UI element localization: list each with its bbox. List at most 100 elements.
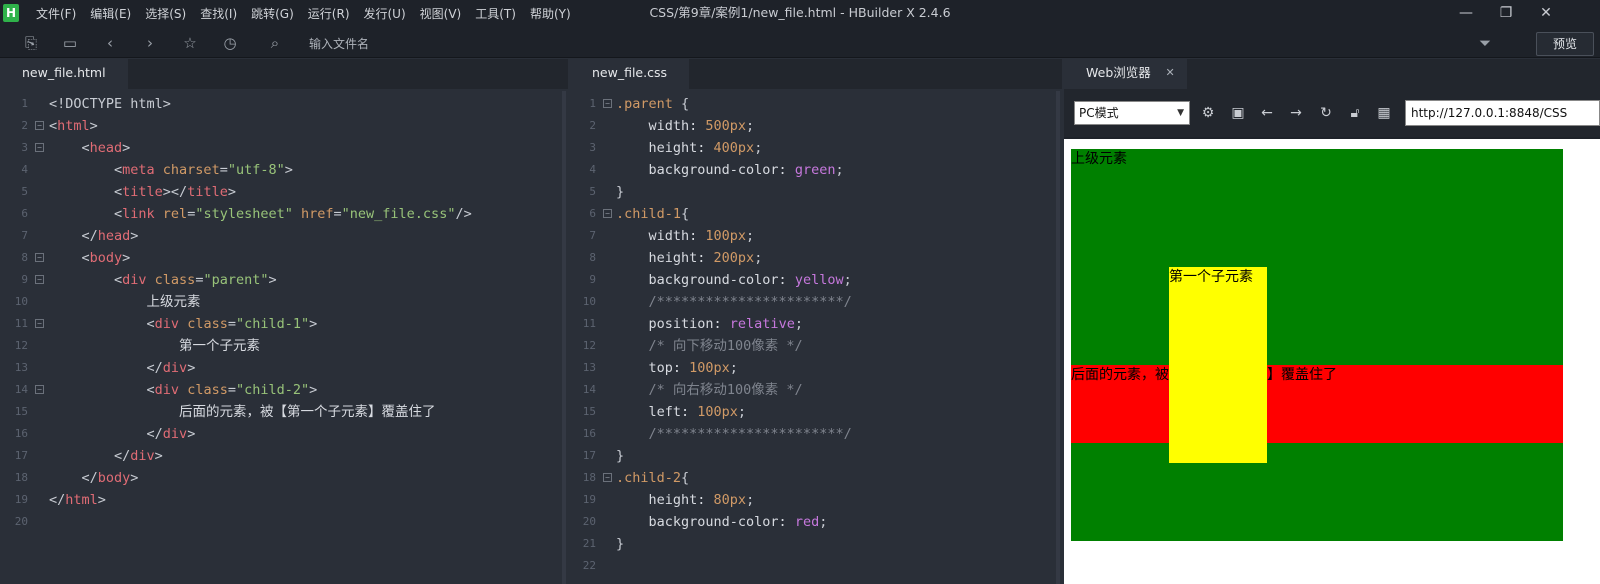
code-line[interactable]: 16 </div> xyxy=(0,423,568,445)
star-icon[interactable]: ☆ xyxy=(181,34,199,52)
minimize-button[interactable]: — xyxy=(1446,0,1486,28)
menu-goto[interactable]: 跳转(G) xyxy=(251,0,294,28)
code-line[interactable]: 7 </head> xyxy=(0,225,568,247)
code-line[interactable]: 1− .parent { xyxy=(570,93,1062,115)
code-line[interactable]: 18 </body> xyxy=(0,467,568,489)
back-icon[interactable]: ‹ xyxy=(101,34,119,52)
refresh-icon[interactable]: ↻ xyxy=(1317,104,1335,122)
code-line[interactable]: 8− <body> xyxy=(0,247,568,269)
code-line[interactable]: 14− <div class="child-2"> xyxy=(0,379,568,401)
code-text: /***********************/ xyxy=(616,426,852,442)
code-line[interactable]: 19 </html> xyxy=(0,489,568,511)
code-line[interactable]: 9− <div class="parent"> xyxy=(0,269,568,291)
forward-icon[interactable]: › xyxy=(141,34,159,52)
fold-toggle-icon[interactable]: − xyxy=(35,385,44,394)
code-line[interactable]: 22 xyxy=(570,555,1062,577)
menu-publish[interactable]: 发行(U) xyxy=(364,0,406,28)
fold-toggle-icon[interactable]: − xyxy=(35,143,44,152)
line-number: 6 xyxy=(21,207,28,220)
code-line[interactable]: 10 /***********************/ xyxy=(570,291,1062,313)
code-line[interactable]: 15 后面的元素，被【第一个子元素】覆盖住了 xyxy=(0,401,568,423)
file-search-input[interactable]: 输入文件名 xyxy=(309,35,369,52)
menu-run[interactable]: 运行(R) xyxy=(308,0,350,28)
css-editor-pane: new_file.css 1− .parent {2 width: 500px; 3… xyxy=(570,59,1062,584)
tab-new-file-css[interactable]: new_file.css xyxy=(570,59,689,89)
code-line[interactable]: 21} xyxy=(570,533,1062,555)
fold-toggle-icon[interactable]: − xyxy=(603,99,612,108)
css-code-area[interactable]: 1− .parent {2 width: 500px; 3 height: 400p… xyxy=(570,93,1062,577)
menu-tools[interactable]: 工具(T) xyxy=(475,0,516,28)
code-line[interactable]: 11− <div class="child-1"> xyxy=(0,313,568,335)
new-file-icon[interactable]: ⎘ xyxy=(22,34,40,52)
editor-tab-bar: new_file.css xyxy=(570,59,1062,89)
code-line[interactable]: 12 /* 向下移动100像素 */ xyxy=(570,335,1062,357)
fold-toggle-icon[interactable]: − xyxy=(35,253,44,262)
code-line[interactable]: 7 width: 100px; xyxy=(570,225,1062,247)
code-line[interactable]: 9 background-color: yellow; xyxy=(570,269,1062,291)
code-line[interactable]: 14 /* 向右移动100像素 */ xyxy=(570,379,1062,401)
menu-file[interactable]: 文件(F) xyxy=(36,0,76,28)
code-line[interactable]: 12 第一个子元素 xyxy=(0,335,568,357)
code-line[interactable]: 6− .child-1{ xyxy=(570,203,1062,225)
code-line[interactable]: 2− <html> xyxy=(0,115,568,137)
code-text: } xyxy=(616,536,625,552)
restore-button[interactable]: ❐ xyxy=(1486,0,1526,28)
menu-help[interactable]: 帮助(Y) xyxy=(530,0,571,28)
code-line[interactable]: 15 left: 100px; xyxy=(570,401,1062,423)
code-line[interactable]: 3 height: 400px; xyxy=(570,137,1062,159)
menu-edit[interactable]: 编辑(E) xyxy=(90,0,131,28)
fold-toggle-icon[interactable]: − xyxy=(35,275,44,284)
tab-new-file-html[interactable]: new_file.html xyxy=(0,59,128,89)
tab-web-browser[interactable]: Web浏览器 ✕ xyxy=(1064,59,1187,89)
url-field[interactable]: http://127.0.0.1:8848/CSS xyxy=(1405,100,1600,126)
fold-toggle-icon[interactable]: − xyxy=(603,209,612,218)
close-button[interactable]: ✕ xyxy=(1526,0,1566,28)
code-line[interactable]: 20 xyxy=(0,511,568,533)
back-arrow-icon[interactable]: ← xyxy=(1258,104,1276,122)
code-line[interactable]: 3− <head> xyxy=(0,137,568,159)
save-icon[interactable]: ▭ xyxy=(61,34,79,52)
menu-view[interactable]: 视图(V) xyxy=(420,0,462,28)
console-icon[interactable]: ▣ xyxy=(1229,104,1247,122)
code-line[interactable]: 20 background-color: red; xyxy=(570,511,1062,533)
tab-close-icon[interactable]: ✕ xyxy=(1166,59,1175,87)
code-line[interactable]: 4 <meta charset="utf-8"> xyxy=(0,159,568,181)
line-number: 8 xyxy=(589,251,596,264)
menu-select[interactable]: 选择(S) xyxy=(145,0,186,28)
html-editor-scrollbar[interactable] xyxy=(562,91,566,584)
menu-find[interactable]: 查找(I) xyxy=(200,0,237,28)
code-line[interactable]: 11 position: relative; xyxy=(570,313,1062,335)
code-line[interactable]: 4 background-color: green; xyxy=(570,159,1062,181)
run-icon[interactable]: ◷ xyxy=(221,34,239,52)
code-line[interactable]: 10 上级元素 xyxy=(0,291,568,313)
code-line[interactable]: 5 <title></title> xyxy=(0,181,568,203)
fold-toggle-icon[interactable]: − xyxy=(35,319,44,328)
line-number: 7 xyxy=(589,229,596,242)
code-line[interactable]: 8 height: 200px; xyxy=(570,247,1062,269)
settings-gear-icon[interactable]: ⚙ xyxy=(1199,104,1217,122)
code-text: .child-2{ xyxy=(616,470,690,486)
code-line[interactable]: 13 top: 100px; xyxy=(570,357,1062,379)
code-line[interactable]: 5} xyxy=(570,181,1062,203)
css-editor-scrollbar[interactable] xyxy=(1056,91,1060,584)
line-number: 19 xyxy=(582,493,596,506)
code-line[interactable]: 16 /***********************/ xyxy=(570,423,1062,445)
code-line[interactable]: 6 <link rel="stylesheet" href="new_file.… xyxy=(0,203,568,225)
fold-toggle-icon[interactable]: − xyxy=(603,473,612,482)
html-code-area[interactable]: 1 <!DOCTYPE html> 2− <html> 3− <head> 4 <meta… xyxy=(0,93,568,533)
code-line[interactable]: 19 height: 80px; xyxy=(570,489,1062,511)
preview-button[interactable]: 预览 xyxy=(1536,32,1594,56)
qr-code-icon[interactable]: ▦ xyxy=(1375,104,1393,122)
file-search-icon[interactable]: ⌕ xyxy=(266,34,284,52)
code-line[interactable]: 1 <!DOCTYPE html> xyxy=(0,93,568,115)
code-line[interactable]: 17} xyxy=(570,445,1062,467)
lock-icon[interactable]: 🔓︎ xyxy=(1346,104,1364,122)
code-line[interactable]: 17 </div> xyxy=(0,445,568,467)
fold-toggle-icon[interactable]: − xyxy=(35,121,44,130)
filter-icon[interactable]: ⏷ xyxy=(1476,34,1494,52)
code-line[interactable]: 18− .child-2{ xyxy=(570,467,1062,489)
mode-select[interactable]: PC模式 ▼ xyxy=(1074,101,1190,125)
code-line[interactable]: 2 width: 500px; xyxy=(570,115,1062,137)
code-line[interactable]: 13 </div> xyxy=(0,357,568,379)
forward-arrow-icon[interactable]: → xyxy=(1287,104,1305,122)
